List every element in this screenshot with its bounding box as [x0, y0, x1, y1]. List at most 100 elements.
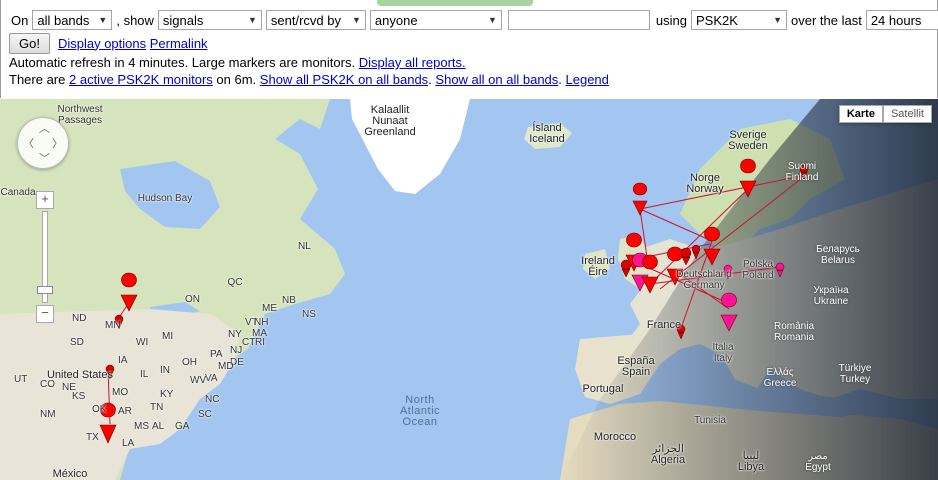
- label-me: ME: [262, 303, 277, 314]
- legend-link[interactable]: Legend: [566, 72, 609, 87]
- label-ok: OK: [92, 404, 107, 415]
- label-morocco: Morocco: [593, 431, 637, 443]
- refresh-text: Automatic refresh in 4 minutes. Large ma…: [9, 55, 356, 70]
- chevron-down-icon: ▼: [488, 15, 497, 25]
- over-label: over the last: [791, 12, 862, 28]
- label-greenland: Kalaallit Nunaat Greenland: [364, 104, 416, 138]
- label-canada: Canada: [0, 187, 36, 198]
- label-tunisia: Tunisia: [694, 415, 726, 426]
- label-nm: NM: [40, 409, 56, 420]
- label-nd: ND: [72, 313, 87, 324]
- zoom-in-button[interactable]: +: [36, 191, 54, 209]
- label-on: ON: [185, 294, 200, 305]
- period-select[interactable]: 24 hours▼: [865, 10, 938, 30]
- label-tn: TN: [150, 402, 164, 413]
- show-select[interactable]: signals ▼: [157, 10, 262, 30]
- label-hudson-bay: Hudson Bay: [137, 193, 193, 204]
- label-espana: España Spain: [617, 355, 655, 378]
- zoom-slider[interactable]: [37, 211, 53, 303]
- chevron-down-icon: ▼: [773, 15, 782, 25]
- label-ga: GA: [175, 421, 190, 432]
- label-mexico: México: [52, 468, 88, 480]
- zoom-out-button[interactable]: −: [36, 305, 54, 323]
- label-ireland: Ireland Éire: [581, 255, 615, 278]
- label-sweden: Sverige Sweden: [728, 129, 768, 152]
- control-panel: On all bands ▼ , show signals ▼ sent/rcvd …: [0, 0, 938, 98]
- monitor-status: There are 2 active PSK2K monitors on 6m.…: [9, 72, 609, 87]
- label-nj: NJ: [230, 345, 243, 356]
- show-all-mode-link[interactable]: Show all PSK2K on all bands: [260, 72, 428, 87]
- monitors-suffix: on 6m.: [216, 72, 257, 87]
- show-all-link[interactable]: Show all on all bands: [435, 72, 558, 87]
- chevron-down-icon: ▼: [352, 15, 361, 25]
- chevron-down-icon: ▼: [98, 15, 108, 25]
- using-label: using: [655, 12, 687, 28]
- label-ny: NY: [228, 329, 242, 340]
- label-italia: Italia Italy: [712, 342, 734, 364]
- label-ukraine: Україна Ukraine: [813, 285, 849, 307]
- label-ia: IA: [118, 355, 128, 366]
- label-qc: QC: [227, 277, 243, 288]
- permalink-link[interactable]: Permalink: [150, 36, 208, 51]
- pan-down-icon[interactable]: ﹀: [39, 150, 50, 166]
- label-nl: NL: [298, 241, 311, 252]
- label-nh: NH: [254, 317, 269, 328]
- label-atlantic: North Atlantic Ocean: [399, 394, 441, 428]
- label-finland: Suomi Finland: [785, 161, 819, 183]
- display-all-link[interactable]: Display all reports.: [359, 55, 466, 70]
- zoom-slider-handle[interactable]: [37, 286, 53, 294]
- go-button[interactable]: Go!: [9, 32, 50, 54]
- on-label: On: [11, 12, 29, 28]
- monitors-link[interactable]: 2 active PSK2K monitors: [69, 72, 213, 87]
- show-label: , show: [116, 12, 154, 28]
- label-nc: NC: [205, 394, 220, 405]
- label-tx: TX: [86, 432, 99, 443]
- label-greece: Ελλάς Greece: [763, 367, 797, 389]
- label-algeria: الجزائر Algeria: [650, 443, 686, 466]
- label-france: France: [646, 319, 682, 331]
- label-portugal: Portugal: [582, 383, 624, 395]
- label-egypt: مصر Egypt: [805, 451, 831, 473]
- band-select[interactable]: all bands ▼: [32, 10, 113, 30]
- label-mo: MO: [112, 387, 129, 398]
- map-view[interactable]: Kalaallit Nunaat Greenland Ísland Icelan…: [0, 99, 938, 480]
- action-row: Go! Display options Permalink: [9, 32, 208, 54]
- label-oh: OH: [182, 357, 197, 368]
- label-poland: Polska Poland: [742, 259, 774, 281]
- label-wv: WV: [190, 375, 207, 386]
- pan-up-icon[interactable]: ︿: [39, 120, 50, 136]
- label-romania: România Romania: [773, 321, 815, 343]
- label-co: CO: [40, 379, 55, 390]
- who-select[interactable]: anyone ▼: [369, 10, 502, 30]
- label-la: LA: [122, 438, 135, 449]
- pan-right-icon[interactable]: 〉: [52, 135, 63, 151]
- label-turkey: Türkiye Turkey: [838, 363, 872, 385]
- label-va: VA: [205, 373, 218, 384]
- callsign-input[interactable]: [507, 10, 650, 30]
- map-type-control: Karte Satellit: [838, 105, 932, 123]
- label-mi: MI: [162, 331, 174, 342]
- display-options-link[interactable]: Display options: [58, 36, 146, 51]
- monitors-prefix: There are: [9, 72, 66, 87]
- label-mn: MN: [105, 320, 121, 331]
- map-type-satellite-button[interactable]: Satellit: [882, 105, 932, 123]
- label-ky: KY: [160, 389, 174, 400]
- label-ar: AR: [118, 406, 132, 417]
- label-belarus: Беларусь Belarus: [816, 244, 860, 266]
- label-pa: PA: [210, 349, 223, 360]
- direction-select[interactable]: sent/rcvd by ▼: [265, 10, 366, 30]
- mode-select[interactable]: PSK2K ▼: [691, 10, 787, 30]
- header-tab: [377, 0, 533, 6]
- label-ks: KS: [72, 391, 86, 402]
- label-nb: NB: [282, 295, 296, 306]
- map-type-map-button[interactable]: Karte: [838, 105, 883, 123]
- pan-left-icon[interactable]: 〈: [23, 135, 34, 151]
- label-wi: WI: [136, 337, 149, 348]
- label-al: AL: [152, 421, 165, 432]
- pan-control[interactable]: ︿ ﹀ 〈 〉: [17, 117, 69, 169]
- label-ns: NS: [302, 309, 316, 320]
- label-md: MD: [218, 361, 234, 372]
- label-norway: Norge Norway: [686, 172, 724, 195]
- label-in: IN: [160, 365, 170, 376]
- label-sc: SC: [198, 409, 212, 420]
